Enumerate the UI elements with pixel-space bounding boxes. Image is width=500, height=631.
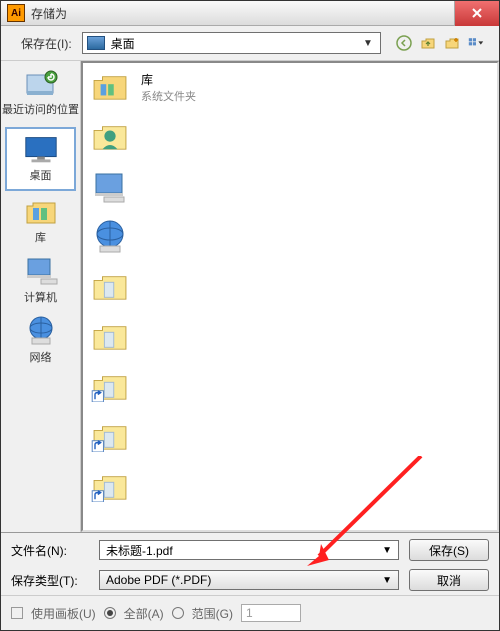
filetype-dropdown[interactable]: Adobe PDF (*.PDF) ▼ — [99, 570, 399, 590]
folder-shortcut-icon — [89, 369, 131, 405]
list-item[interactable]: 库 系统文件夹 — [89, 69, 491, 105]
filename-label: 文件名(N): — [11, 542, 89, 559]
network-item-icon — [89, 219, 131, 255]
list-item[interactable] — [89, 469, 491, 505]
dialog-body: 最近访问的位置 桌面 库 计算机 — [1, 60, 499, 532]
place-network[interactable]: 网络 — [1, 313, 80, 373]
options-row: 使用画板(U) 全部(A) 范围(G) — [1, 595, 499, 630]
all-radio[interactable] — [104, 607, 116, 619]
folder-shortcut-icon — [89, 419, 131, 455]
libraries-icon — [22, 197, 60, 225]
filename-value: 未标题-1.pdf — [106, 542, 173, 559]
list-item[interactable] — [89, 369, 491, 405]
item-name: 库 — [141, 71, 196, 88]
view-menu-button[interactable] — [465, 33, 487, 53]
range-label: 范围(G) — [192, 605, 233, 622]
list-item[interactable] — [89, 419, 491, 455]
item-subtitle: 系统文件夹 — [141, 88, 196, 104]
folder-shortcut-icon — [89, 469, 131, 505]
desktop-icon — [22, 135, 60, 163]
lookin-value: 桌面 — [111, 35, 360, 52]
file-list[interactable]: 库 系统文件夹 — [81, 61, 499, 532]
lookin-dropdown[interactable]: 桌面 ▼ — [82, 32, 381, 54]
cancel-button[interactable]: 取消 — [409, 569, 489, 591]
place-label: 桌面 — [7, 167, 74, 183]
toolbar-icons — [393, 33, 487, 53]
computer-icon — [22, 257, 60, 285]
desktop-icon — [87, 36, 105, 50]
item-text: 库 系统文件夹 — [141, 71, 196, 104]
range-radio[interactable] — [172, 607, 184, 619]
bottom-panel: 文件名(N): 未标题-1.pdf ▼ 保存(S) 保存类型(T): Adobe… — [1, 532, 499, 595]
save-as-dialog: Ai 存储为 保存在(I): 桌面 ▼ — [0, 0, 500, 631]
libraries-item-icon — [89, 69, 131, 105]
new-folder-button[interactable] — [441, 33, 463, 53]
recent-icon — [22, 69, 60, 97]
place-label: 网络 — [1, 349, 80, 365]
save-button[interactable]: 保存(S) — [409, 539, 489, 561]
place-desktop[interactable]: 桌面 — [5, 127, 76, 191]
place-recent[interactable]: 最近访问的位置 — [1, 65, 80, 125]
back-button[interactable] — [393, 33, 415, 53]
range-input[interactable] — [241, 604, 301, 622]
filename-row: 文件名(N): 未标题-1.pdf ▼ 保存(S) — [11, 539, 489, 561]
chevron-down-icon: ▼ — [360, 38, 376, 49]
filename-input[interactable]: 未标题-1.pdf ▼ — [99, 540, 399, 560]
chevron-down-icon: ▼ — [382, 545, 392, 556]
artboards-checkbox[interactable] — [11, 607, 23, 619]
folder-icon — [89, 319, 131, 355]
list-item[interactable] — [89, 219, 491, 255]
network-icon — [22, 317, 60, 345]
artboards-label: 使用画板(U) — [31, 605, 96, 622]
list-item[interactable] — [89, 319, 491, 355]
up-button[interactable] — [417, 33, 439, 53]
place-libraries[interactable]: 库 — [1, 193, 80, 253]
place-label: 最近访问的位置 — [1, 101, 80, 117]
place-label: 库 — [1, 229, 80, 245]
chevron-down-icon: ▼ — [382, 575, 392, 586]
close-button[interactable] — [454, 1, 499, 26]
place-computer[interactable]: 计算机 — [1, 253, 80, 313]
computer-item-icon — [89, 169, 131, 205]
lookin-label: 保存在(I): — [21, 35, 72, 52]
place-label: 计算机 — [1, 289, 80, 305]
filetype-row: 保存类型(T): Adobe PDF (*.PDF) ▼ 取消 — [11, 569, 489, 591]
titlebar: Ai 存储为 — [1, 1, 499, 26]
app-icon: Ai — [7, 4, 25, 22]
user-folder-icon — [89, 119, 131, 155]
list-item[interactable] — [89, 119, 491, 155]
filetype-value: Adobe PDF (*.PDF) — [106, 573, 211, 587]
list-item[interactable] — [89, 269, 491, 305]
list-item[interactable] — [89, 169, 491, 205]
dialog-title: 存储为 — [31, 5, 454, 22]
places-sidebar: 最近访问的位置 桌面 库 计算机 — [1, 61, 81, 532]
folder-icon — [89, 269, 131, 305]
filetype-label: 保存类型(T): — [11, 572, 89, 589]
lookin-toolbar: 保存在(I): 桌面 ▼ — [1, 26, 499, 60]
all-label: 全部(A) — [124, 605, 164, 622]
